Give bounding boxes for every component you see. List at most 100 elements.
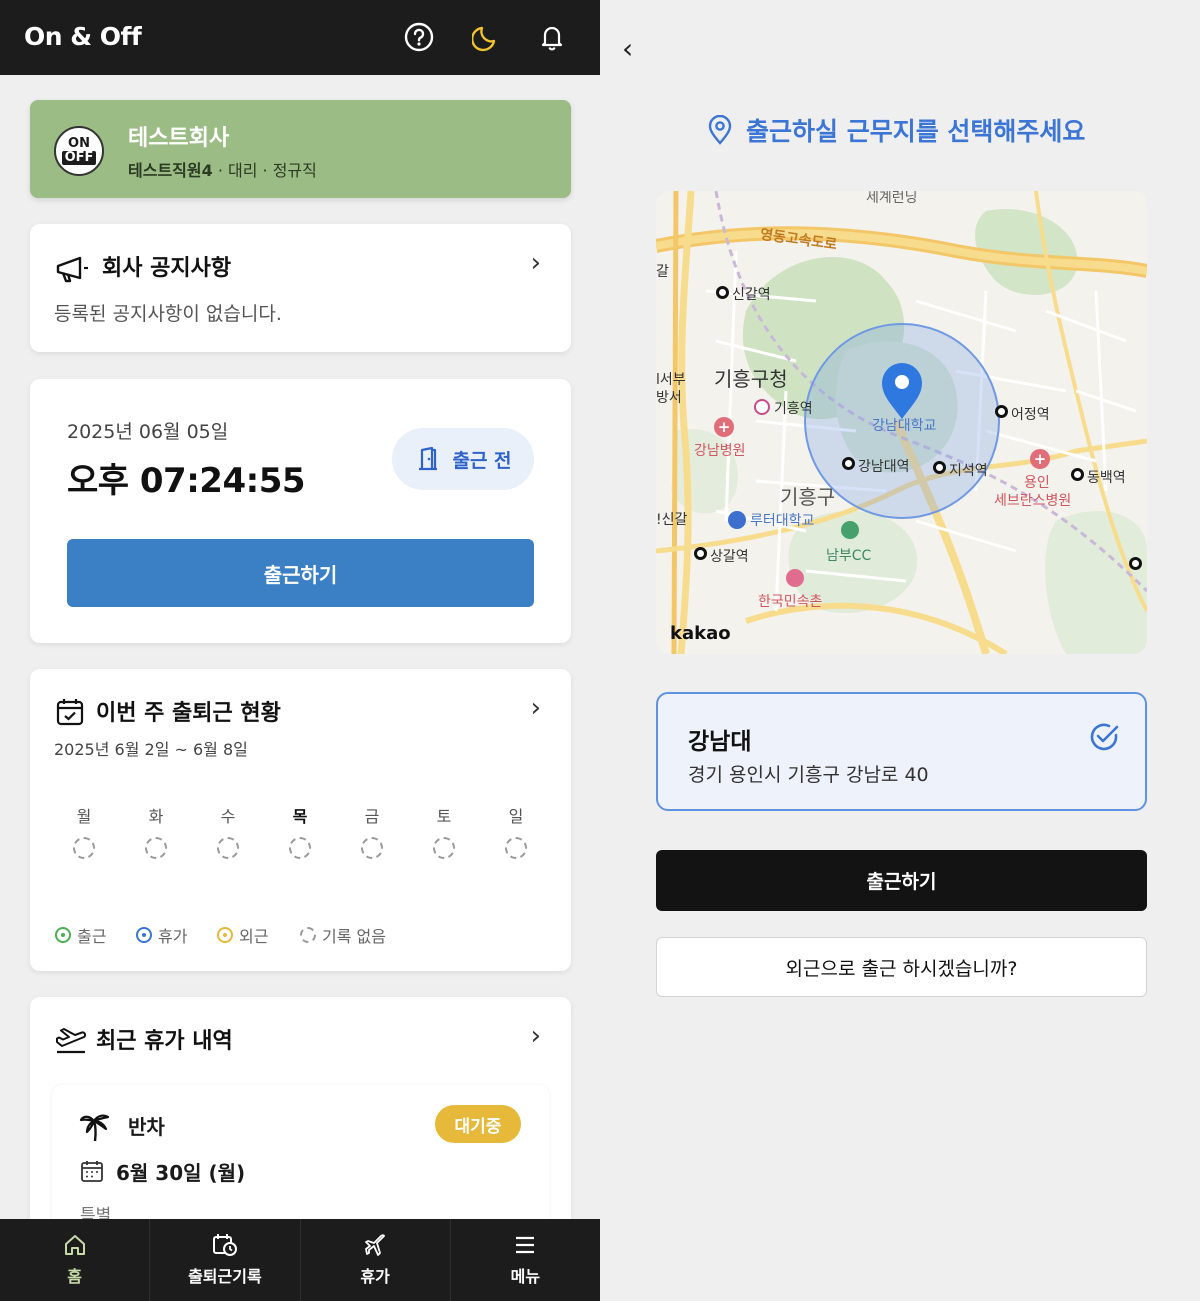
day-status-dot <box>145 837 167 859</box>
calendar-check-icon <box>56 699 84 726</box>
app-brand: On & Off <box>24 22 142 51</box>
station-marker <box>716 286 729 299</box>
golf-icon <box>841 521 859 539</box>
day-label: 토 <box>436 807 452 826</box>
day-column-today: 목 <box>280 803 320 859</box>
map-label-bangseo: 방서 <box>656 390 682 406</box>
location-address: 경기 용인시 기흥구 강남로 40 <box>688 764 929 786</box>
door-icon <box>419 446 438 471</box>
map-label-nambu-cc: 남부CC <box>826 548 872 564</box>
transfer-station-icon <box>754 399 770 415</box>
chevron-right-icon[interactable]: › <box>531 248 541 278</box>
nav-label: 휴가 <box>360 1267 390 1286</box>
map-label-giheung-station: 기흥역 <box>774 401 813 417</box>
check-in-button[interactable]: 출근하기 <box>67 539 534 607</box>
map-label-severance: 세브란스병원 <box>994 493 1072 509</box>
workplace-select-screen: ‹ 출근하실 근무지를 선택해주세요 영동고속도로 세계런닝 갈 신갈역 l서부… <box>600 0 1200 1301</box>
week-range: 2025년 6월 2일 ~ 6월 8일 <box>54 740 248 759</box>
nav-attendance-log[interactable]: 출퇴근기록 <box>150 1219 301 1301</box>
logo-off-text: OFF <box>61 151 97 165</box>
clock-card: 2025년 06월 05일 오후 07:24:55 출근 전 출근하기 <box>30 379 571 643</box>
school-icon <box>728 511 746 529</box>
fieldwork-legend-icon <box>217 927 233 943</box>
day-status-dot <box>73 837 95 859</box>
legend-label: 출근 <box>77 927 107 946</box>
map-label-eojeong-station: 어정역 <box>1011 407 1050 423</box>
nav-label: 홈 <box>67 1267 82 1286</box>
nav-label: 출퇴근기록 <box>188 1267 262 1286</box>
station-marker <box>1129 557 1142 570</box>
landmark-icon <box>786 569 804 587</box>
back-arrow-icon[interactable]: ‹ <box>622 32 633 65</box>
company-name: 테스트회사 <box>128 126 230 151</box>
chevron-right-icon[interactable]: › <box>531 693 541 723</box>
legend-no-record: 기록 없음 <box>300 923 386 947</box>
calendar-icon <box>81 1161 103 1182</box>
legend-fieldwork: 외근 <box>217 923 268 947</box>
company-logo: ON OFF <box>54 126 104 176</box>
employee-info: 테스트직원4 · 대리 · 정규직 <box>128 157 317 181</box>
nav-menu[interactable]: 메뉴 <box>451 1219 600 1301</box>
map-label-singal-left: !신갈 <box>656 512 688 528</box>
moon-icon[interactable] <box>470 20 504 54</box>
day-label: 화 <box>148 807 164 826</box>
notice-empty-text: 등록된 공지사항이 없습니다. <box>54 303 282 325</box>
map-label-gangnam-hospital: 강남병원 <box>694 443 746 459</box>
employee-position: · 대리 · 정규직 <box>212 161 317 180</box>
bell-icon[interactable] <box>535 20 569 54</box>
confirm-check-in-button[interactable]: 출근하기 <box>656 850 1147 911</box>
location-name: 강남대 <box>688 729 752 755</box>
hospital-icon: + <box>714 417 734 437</box>
nav-vacation[interactable]: 휴가 <box>301 1219 451 1301</box>
legend-label: 외근 <box>239 927 269 946</box>
map-label-jiseok-station: 지석역 <box>949 463 988 479</box>
page-title-text: 출근하실 근무지를 선택해주세요 <box>746 117 1086 146</box>
map-view[interactable]: 영동고속도로 세계런닝 갈 신갈역 l서부 방서 기흥구청 기흥역 + 강남병원… <box>656 191 1147 654</box>
map-label-folk-village: 한국민속촌 <box>758 594 823 610</box>
no-record-legend-icon <box>300 927 316 943</box>
day-status-dot <box>289 837 311 859</box>
vacation-date: 6월 30일 (월) <box>116 1161 246 1185</box>
location-option-card[interactable]: 강남대 경기 용인시 기흥구 강남로 40 <box>656 692 1147 811</box>
nav-home[interactable]: 홈 <box>0 1219 151 1301</box>
vacation-type: 반차 <box>128 1115 165 1139</box>
day-column: 일 <box>496 803 536 859</box>
station-marker <box>995 405 1008 418</box>
station-marker <box>933 461 946 474</box>
status-badge: 대기중 <box>435 1105 521 1143</box>
menu-icon <box>516 1236 535 1254</box>
map-label-sanggal-station: 상갈역 <box>710 549 749 565</box>
day-label: 목 <box>292 807 308 826</box>
calendar-clock-icon <box>212 1234 237 1256</box>
map-label-top: 세계런닝 <box>866 191 918 206</box>
weekly-title: 이번 주 출퇴근 현황 <box>96 701 281 726</box>
location-pin-icon <box>708 115 732 145</box>
day-column: 금 <box>352 803 392 859</box>
company-card: ON OFF 테스트회사 테스트직원4 · 대리 · 정규직 <box>30 100 571 198</box>
home-icon <box>64 1235 85 1255</box>
chevron-right-icon[interactable]: › <box>531 1021 541 1051</box>
legend-vacation: 휴가 <box>136 923 187 947</box>
weekly-attendance-card[interactable]: 이번 주 출퇴근 현황 › 2025년 6월 2일 ~ 6월 8일 월 화 수 … <box>30 669 571 971</box>
map-label-university: 강남대학교 <box>872 418 937 434</box>
legend-label: 휴가 <box>158 927 188 946</box>
home-screen: On & Off ON OFF 테스트회사 테스트직원4 · 대리 · 정규직 … <box>0 0 600 1301</box>
vacation-title: 최근 휴가 내역 <box>96 1029 233 1054</box>
map-label-giheung-office: 기흥구청 <box>714 367 788 391</box>
map-attribution: kakao <box>670 623 731 644</box>
map-label-yongin: 용인 <box>1024 475 1050 491</box>
notice-card[interactable]: 회사 공지사항 › 등록된 공지사항이 없습니다. <box>30 224 571 352</box>
vacation-legend-icon <box>136 927 152 943</box>
day-label: 수 <box>220 807 236 826</box>
palm-tree-icon <box>79 1114 110 1142</box>
day-label: 금 <box>364 807 380 826</box>
nav-label: 메뉴 <box>510 1267 541 1286</box>
day-status-dot <box>433 837 455 859</box>
day-column: 토 <box>424 803 464 859</box>
current-time: 오후 07:24:55 <box>67 461 306 501</box>
day-column: 수 <box>208 803 248 859</box>
help-circle-icon[interactable] <box>402 20 436 54</box>
legend-checkin: 출근 <box>55 923 106 947</box>
map-label-gangnamdae-station: 강남대역 <box>858 459 910 475</box>
fieldwork-check-in-button[interactable]: 외근으로 출근 하시겠습니까? <box>656 937 1147 997</box>
